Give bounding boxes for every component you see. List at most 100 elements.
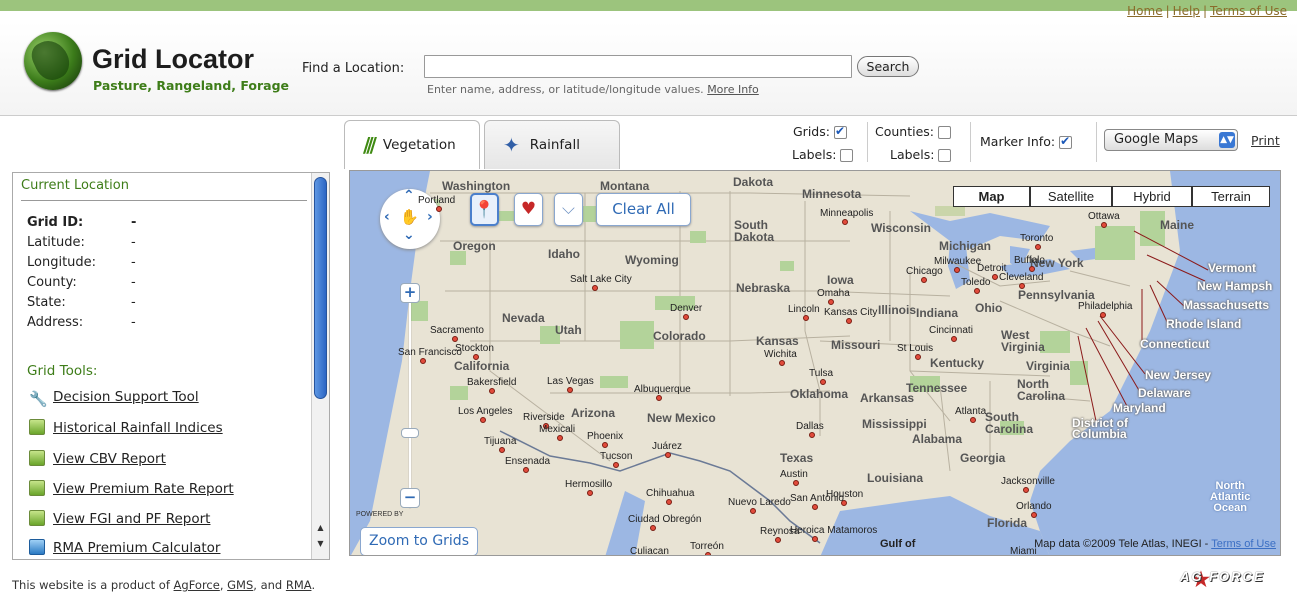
city-marker[interactable] — [420, 358, 426, 364]
report-icon — [29, 510, 45, 526]
zoom-in-icon[interactable]: + — [400, 283, 420, 303]
help-link[interactable]: Help — [1173, 4, 1200, 18]
field-state: State: - — [27, 295, 136, 310]
state-label: Missouri — [831, 338, 881, 352]
city-marker[interactable] — [820, 379, 826, 385]
city-marker[interactable] — [587, 490, 593, 496]
city-label: Atlanta — [955, 406, 987, 417]
map-type-hybrid[interactable]: Hybrid — [1112, 186, 1192, 207]
counties-checkbox[interactable] — [938, 126, 952, 139]
zoom-control: + − — [400, 283, 420, 508]
city-marker[interactable] — [472, 354, 479, 360]
city-marker[interactable] — [665, 499, 672, 505]
agforce-logo[interactable]: ★ AG FORCE — [1180, 569, 1265, 591]
city-marker[interactable] — [705, 552, 712, 555]
gms-link[interactable]: GMS — [227, 578, 253, 592]
scroll-up-arrow-icon[interactable]: ▲ — [312, 523, 329, 537]
city-marker[interactable] — [953, 267, 960, 273]
city-marker[interactable] — [656, 395, 662, 401]
map-canvas[interactable]: Map Satellite Hybrid Terrain ⌃ ‹ › ⌄ ✋ +… — [349, 170, 1281, 556]
more-info-link[interactable]: More Info — [707, 83, 759, 96]
divider — [867, 122, 868, 162]
zoom-to-grids-button[interactable]: Zoom to Grids — [360, 527, 478, 555]
city-marker[interactable] — [846, 318, 852, 324]
city-marker[interactable] — [812, 504, 818, 510]
rma-link[interactable]: RMA — [286, 578, 312, 592]
agforce-link[interactable]: AgForce — [174, 578, 220, 592]
city-marker[interactable] — [842, 219, 848, 225]
city-label: Los Angeles — [458, 406, 513, 417]
pan-right-icon[interactable]: › — [427, 209, 433, 225]
grid-labels-checkbox[interactable] — [840, 149, 854, 162]
map-type-map[interactable]: Map — [953, 186, 1030, 207]
place-marker-button[interactable]: 📍 — [470, 193, 499, 226]
home-link[interactable]: Home — [1127, 4, 1162, 18]
pin-icon: 📍 — [473, 200, 496, 220]
panel-scrollbar[interactable]: ▲ ▼ — [311, 173, 329, 559]
globe-icon[interactable] — [24, 32, 82, 90]
city-label: Orlando — [1016, 501, 1052, 512]
tab-vegetation[interactable]: /// Vegetation — [344, 120, 480, 169]
map-provider-select[interactable]: Google Maps ▲▼ — [1104, 129, 1238, 151]
search-button[interactable]: Search — [857, 56, 919, 77]
zoom-slider-knob[interactable] — [401, 428, 419, 438]
map-type-satellite[interactable]: Satellite — [1030, 186, 1112, 207]
grid-labels-toggle: Labels: — [792, 147, 854, 162]
logo-title[interactable]: Grid Locator — [92, 44, 254, 75]
state-label: South Dakota — [734, 218, 775, 244]
tool-fgi-pf-report[interactable]: View FGI and PF Report — [29, 510, 210, 527]
multi-pin-icon: ♥ — [520, 199, 537, 219]
city-marker[interactable] — [1100, 312, 1106, 318]
pan-left-icon[interactable]: ‹ — [384, 209, 390, 225]
city-marker[interactable] — [650, 525, 656, 531]
tool-cbv-report[interactable]: View CBV Report — [29, 450, 166, 467]
zoom-out-icon[interactable]: − — [400, 488, 420, 508]
multi-marker-button[interactable]: ♥ — [514, 193, 543, 226]
pan-up-icon[interactable]: ⌃ — [403, 188, 415, 204]
city-marker[interactable] — [489, 388, 495, 394]
city-marker[interactable] — [522, 467, 529, 473]
scroll-thumb[interactable] — [314, 177, 327, 399]
city-label: Tulsa — [809, 368, 834, 379]
city-marker[interactable] — [914, 354, 921, 360]
state-label: New Mexico — [647, 411, 716, 425]
tool-premium-rate-report[interactable]: View Premium Rate Report — [29, 480, 234, 497]
clear-all-button[interactable]: Clear All — [596, 193, 691, 226]
marker-info-checkbox[interactable] — [1059, 134, 1073, 149]
terms-link[interactable]: Terms of Use — [1210, 4, 1287, 18]
city-marker[interactable] — [1018, 283, 1025, 289]
grids-checkbox[interactable] — [833, 124, 847, 139]
map-type-terrain[interactable]: Terrain — [1192, 186, 1270, 207]
state-label: Alabama — [912, 432, 963, 446]
city-marker[interactable] — [750, 508, 756, 514]
zoom-slider-track[interactable] — [409, 303, 411, 508]
state-label: Idaho — [548, 247, 580, 261]
city-label: San Antonio — [790, 493, 844, 504]
state-label: Iowa — [827, 273, 854, 287]
map-terms-link[interactable]: Terms of Use — [1211, 538, 1276, 550]
city-marker[interactable] — [452, 336, 458, 342]
scroll-down-arrow-icon[interactable]: ▼ — [312, 539, 329, 553]
city-marker[interactable] — [951, 336, 957, 342]
tool-decision-support[interactable]: 🔧 Decision Support Tool — [29, 389, 199, 408]
city-marker[interactable] — [812, 536, 818, 542]
state-label: Pennsylvania — [1018, 288, 1095, 302]
draw-shape-button[interactable]: ⌵ — [554, 193, 583, 226]
city-marker[interactable] — [1023, 487, 1029, 493]
city-marker[interactable] — [480, 417, 486, 423]
print-link[interactable]: Print — [1251, 133, 1280, 148]
city-label: Tijuana — [484, 436, 517, 447]
county-labels-checkbox[interactable] — [938, 149, 952, 162]
city-label: Minneapolis — [820, 208, 874, 219]
city-marker[interactable] — [828, 299, 834, 305]
tool-premium-calculator[interactable]: RMA Premium Calculator — [29, 539, 220, 556]
hand-icon[interactable]: ✋ — [400, 208, 419, 226]
tool-historical-rainfall[interactable]: Historical Rainfall Indices — [29, 419, 223, 436]
tab-rainfall[interactable]: ✦ Rainfall — [484, 120, 620, 169]
location-search-input[interactable] — [424, 55, 852, 78]
pan-down-icon[interactable]: ⌄ — [403, 227, 415, 243]
city-marker[interactable] — [556, 435, 563, 441]
city-marker[interactable] — [566, 387, 573, 393]
city-marker[interactable] — [435, 206, 442, 212]
city-marker[interactable] — [592, 285, 598, 291]
